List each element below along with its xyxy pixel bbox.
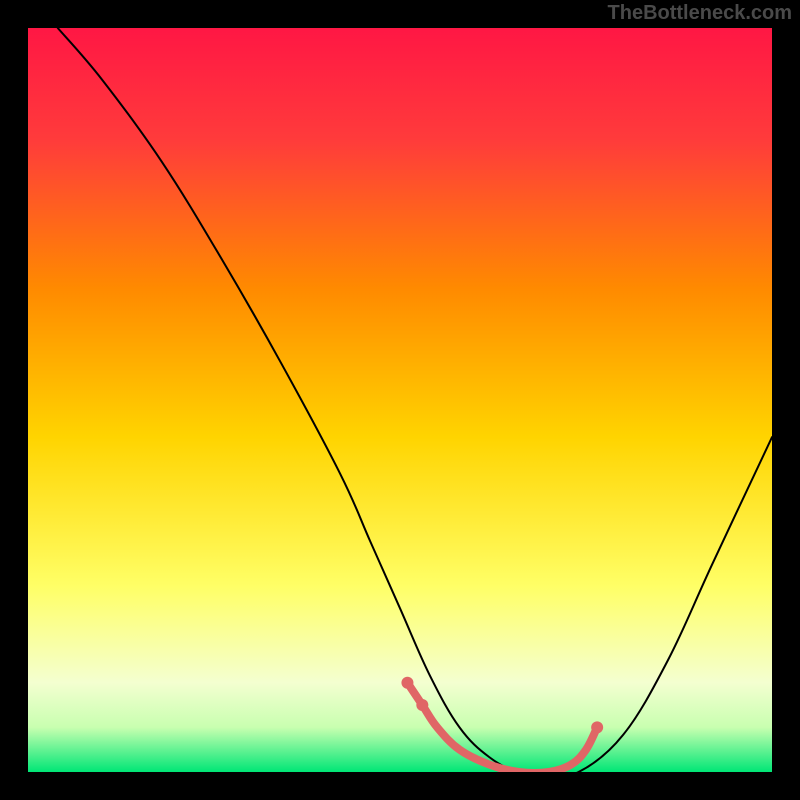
- optimal-zone-dots-point: [416, 699, 428, 711]
- optimal-zone-dots-point: [401, 677, 413, 689]
- chart-plot-area: [28, 28, 772, 772]
- optimal-zone-dots-point: [591, 721, 603, 733]
- watermark-text: TheBottleneck.com: [608, 2, 792, 25]
- chart-svg: [28, 28, 772, 772]
- chart-background: [28, 28, 772, 772]
